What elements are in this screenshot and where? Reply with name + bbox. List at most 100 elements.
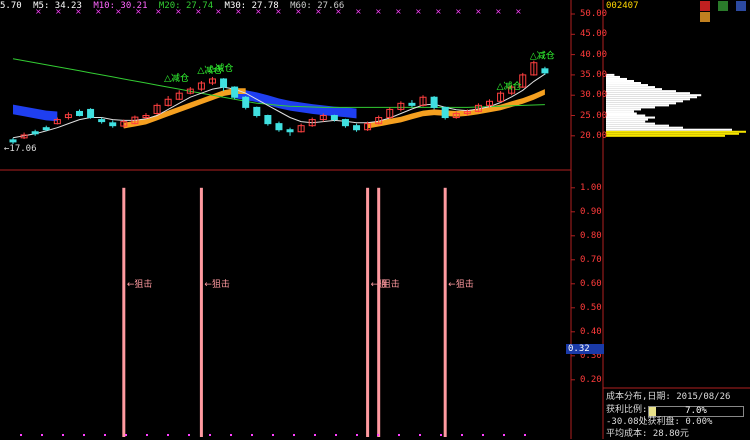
refresh-icon[interactable]: [736, 1, 747, 11]
indicator-tick-label: 0.60: [580, 278, 602, 289]
top-marker: ×: [495, 7, 502, 16]
candle-body: [98, 119, 106, 123]
indicator-signal-label: ←狙击: [127, 278, 153, 290]
cost-distribution-bar: [606, 86, 655, 89]
cost-distribution-bar: [606, 75, 620, 78]
indicator-tick-label: 0.90: [580, 206, 602, 217]
bottom-marker: [335, 434, 337, 436]
cost-distribution-bar: [606, 102, 676, 105]
cost-distribution-bar: [606, 126, 683, 129]
price-tick-label: 35.00: [580, 69, 608, 80]
flag-icon[interactable]: [700, 1, 710, 11]
top-marker: ×: [415, 7, 422, 16]
candle-body: [75, 110, 83, 117]
candle-body: [330, 115, 338, 121]
candle-body: [286, 129, 294, 133]
bottom-marker: [230, 434, 232, 436]
cost-distribution-bar: [606, 84, 648, 87]
candle-body: [408, 102, 416, 106]
bottom-marker: [20, 434, 22, 436]
avg-cost-line: 平均成本: 28.80元: [606, 429, 689, 439]
reduce-signal-label: △减仓: [208, 62, 233, 74]
ma-header-item: 5.70: [0, 1, 22, 11]
top-marker: ×: [355, 7, 362, 16]
indicator-tick-label: 1.00: [580, 182, 602, 193]
candle-body: [109, 122, 117, 127]
cost-distribution-bar: [606, 77, 627, 80]
cost-distribution-bar: [606, 79, 634, 83]
bottom-marker: [167, 434, 169, 436]
ma-header-item: M10: 30.21: [93, 1, 148, 11]
top-marker: ×: [475, 7, 482, 16]
reduce-signal-label: △减仓: [530, 50, 555, 62]
bottom-marker: [356, 434, 358, 436]
bottom-marker: [83, 434, 85, 436]
candle-body: [253, 106, 261, 117]
price-tick-label: 25.00: [580, 110, 608, 121]
cost-distribution-bar: [606, 92, 690, 95]
bottom-marker: [440, 434, 442, 436]
cost-distribution-bar: [606, 120, 646, 123]
profit-ratio-label: 获利比例:: [606, 405, 648, 415]
candle-body: [275, 123, 283, 131]
indicator-signal-label: ←狙击: [448, 278, 474, 290]
grid-icon[interactable]: [718, 1, 729, 11]
cost-distribution-bar: [606, 100, 683, 103]
top-marker: ×: [375, 7, 382, 16]
cost-distribution-bar: [606, 106, 655, 109]
indicator-tick-label: 0.50: [580, 302, 602, 313]
cost-distribution-bar: [606, 98, 690, 101]
profit-line: -30.08处获利盘: 0.00%: [606, 417, 713, 427]
bottom-marker: [188, 434, 190, 436]
candle-body: [353, 125, 361, 131]
chart-stage: × × × × × × × × × × × × × × × × × × × × × × × × ×←17.06△减仓△减仓△减仓…: [0, 0, 750, 439]
candle-body: [341, 119, 349, 127]
candle-body: [541, 68, 549, 74]
candle-body: [220, 78, 228, 88]
indicator-signal-bar: [122, 187, 126, 437]
candle-body: [87, 108, 95, 119]
indicator-signal-label: 狙击: [382, 278, 400, 290]
price-tick-label: 45.00: [580, 29, 608, 40]
price-tick-label: 20.00: [580, 130, 608, 141]
top-marker: ×: [455, 7, 462, 16]
top-marker: ×: [395, 7, 402, 16]
cost-distribution-bar: [606, 104, 669, 107]
candle-body: [264, 115, 272, 125]
cost-distribution-bar: [606, 134, 725, 137]
cost-distribution-bar: [606, 82, 641, 85]
bottom-marker: [251, 434, 253, 436]
bottom-marker: [41, 434, 43, 436]
stock-code: 002407: [606, 1, 639, 11]
low-price-label: ←17.06: [4, 144, 37, 154]
cost-distribution-bar: [606, 112, 637, 115]
ma-header-item: M20: 27.74: [158, 1, 214, 11]
indicator-signal-bar: [199, 187, 203, 437]
reduce-signal-label: △减仓: [497, 80, 522, 92]
bottom-marker: [461, 434, 463, 436]
color-icon[interactable]: [700, 12, 710, 22]
price-tick-label: 30.00: [580, 90, 608, 101]
ma-header-item: M30: 27.78: [224, 1, 279, 11]
indicator-signal-label: ←狙击: [204, 278, 230, 290]
candle-body: [242, 96, 250, 108]
cost-distribution-bar: [606, 96, 697, 99]
candle-body: [441, 106, 449, 119]
candle-body: [42, 127, 50, 131]
bottom-marker: [293, 434, 295, 436]
cost-distribution-bar: [606, 94, 702, 97]
ma-header-item: M60: 27.66: [290, 1, 345, 11]
toolbar-icons: [700, 1, 750, 22]
price-tick-label: 50.00: [580, 9, 608, 19]
bottom-marker: [104, 434, 106, 436]
current-indicator-value: 0.32: [566, 344, 604, 354]
candle-body: [231, 86, 239, 98]
cost-distribution-bar: [606, 108, 641, 111]
bottom-marker: [482, 434, 484, 436]
cost-distribution-bar: [606, 118, 648, 121]
cost-distribution-bar: [606, 122, 655, 125]
bottom-marker: [125, 434, 127, 436]
cost-distribution-bar: [606, 90, 676, 93]
indicator-tick-label: 0.80: [580, 230, 602, 241]
profit-ratio-bar: 7.0%: [648, 406, 744, 417]
